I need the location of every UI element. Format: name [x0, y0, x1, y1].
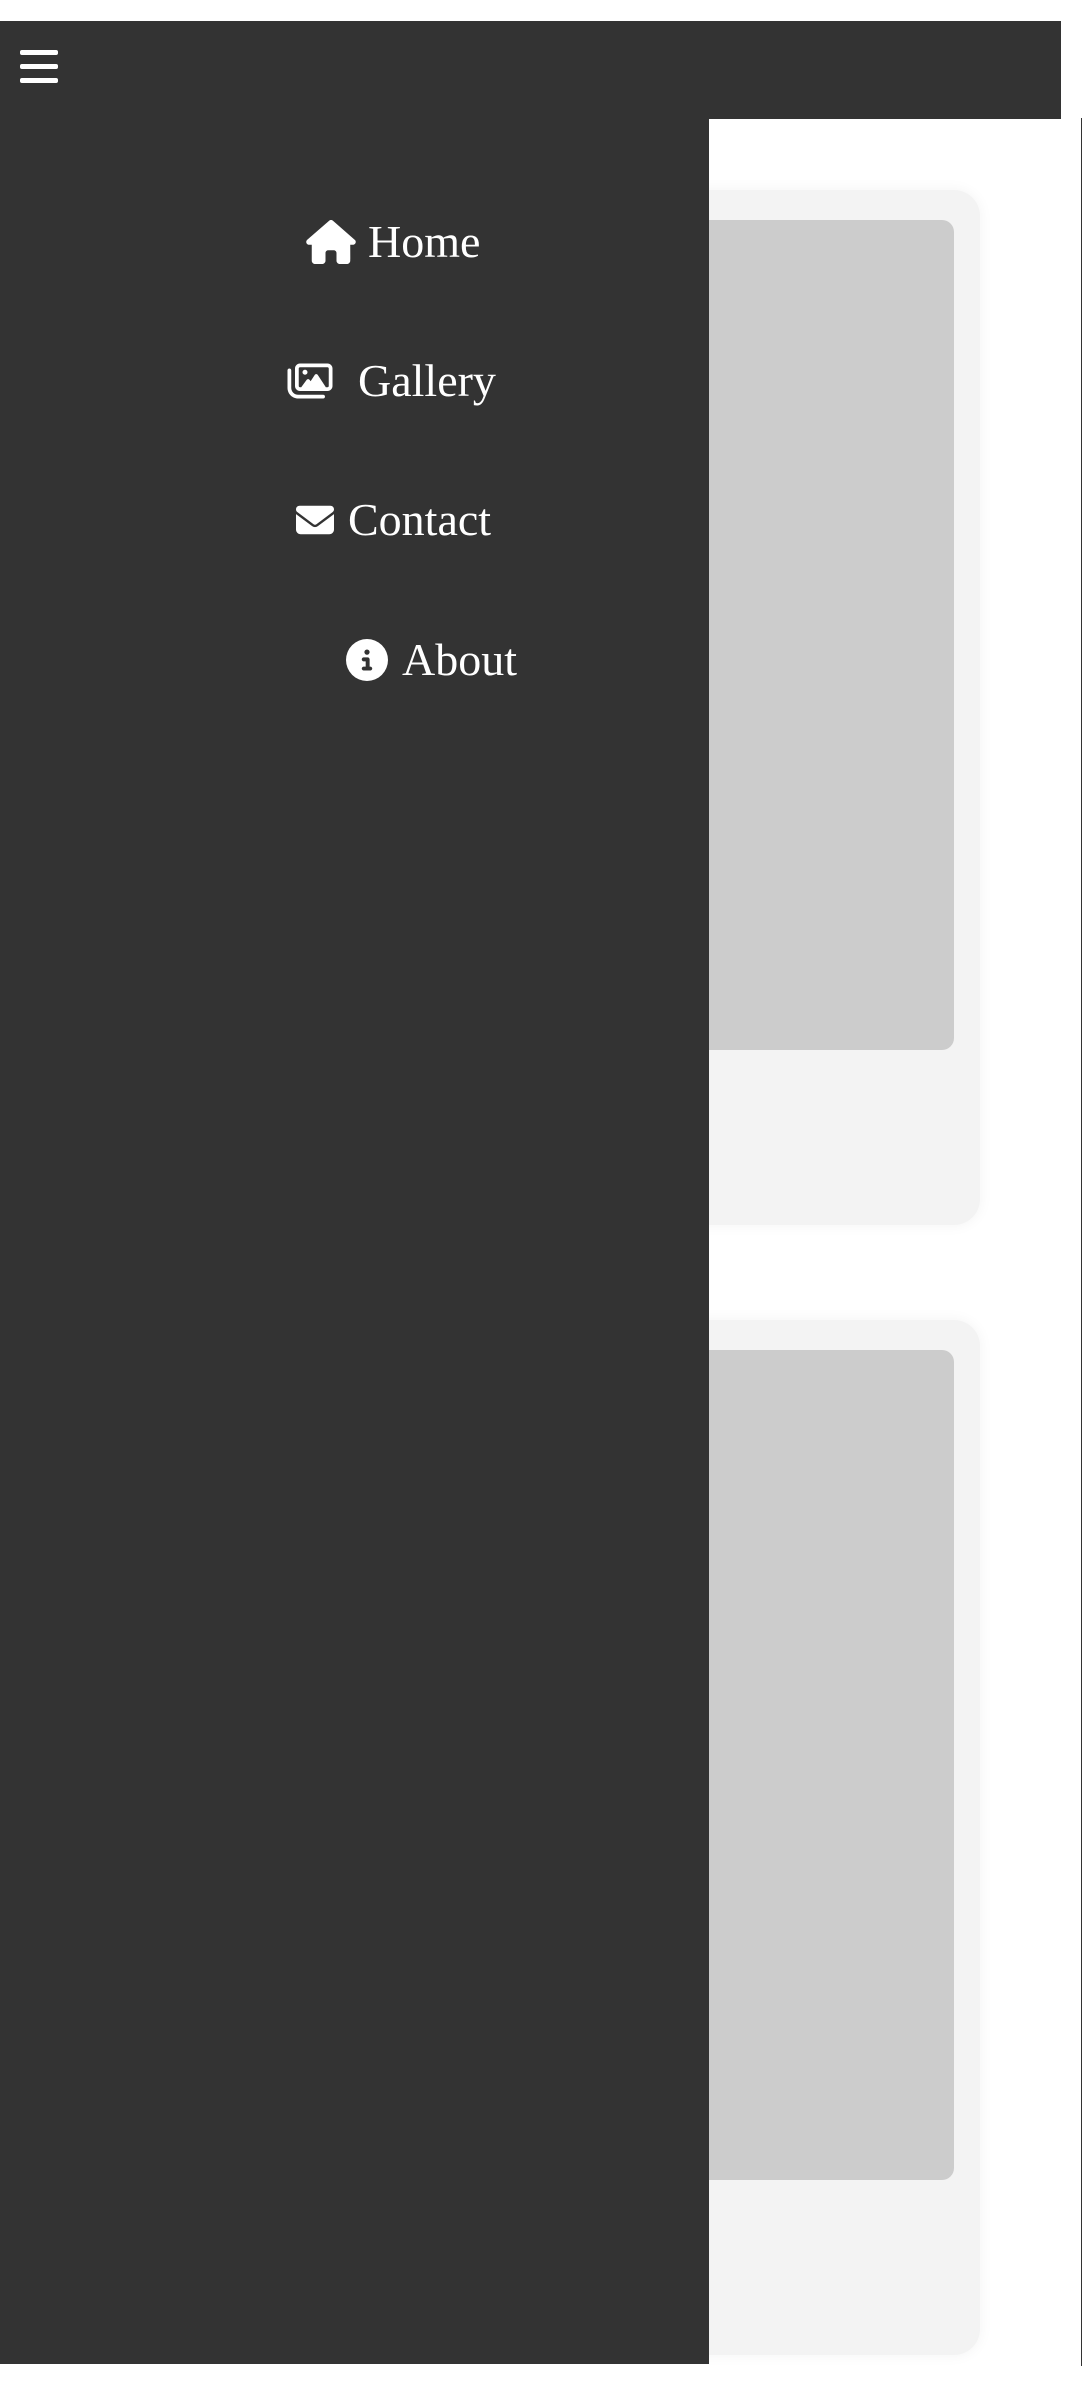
images-icon: [286, 361, 334, 401]
nav-item-contact[interactable]: Contact: [294, 497, 491, 543]
nav-item-gallery[interactable]: Gallery: [286, 358, 496, 404]
nav-item-about[interactable]: About: [346, 637, 517, 683]
hamburger-menu-icon[interactable]: [20, 50, 58, 84]
nav-item-label: About: [402, 634, 517, 685]
nav-item-label: Contact: [348, 494, 492, 545]
header-bar: [0, 21, 1061, 119]
home-icon: [306, 220, 356, 264]
page: Home Gallery Contact About: [0, 0, 1082, 2402]
side-drawer: Home Gallery Contact About: [0, 119, 709, 2364]
info-circle-icon: [346, 639, 388, 681]
nav-item-label: Gallery: [358, 355, 496, 406]
nav-item-home[interactable]: Home: [306, 219, 480, 265]
envelope-icon: [294, 501, 336, 539]
nav-item-label: Home: [368, 216, 481, 267]
